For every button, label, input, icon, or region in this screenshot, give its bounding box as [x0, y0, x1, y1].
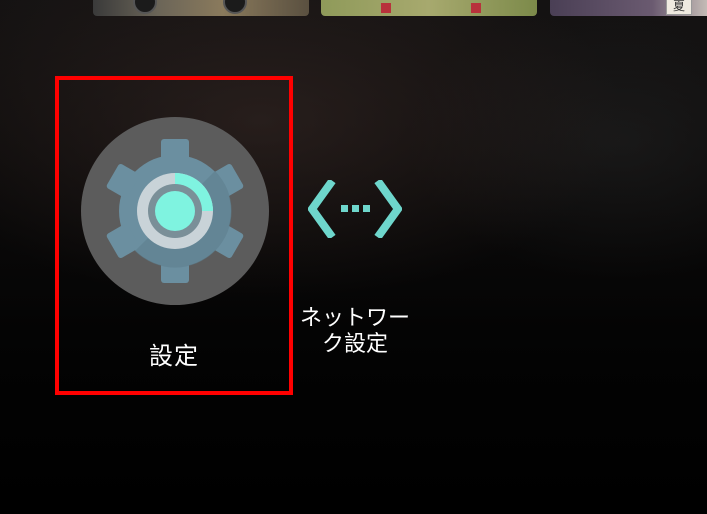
settings-app-tile[interactable]: 設定	[55, 76, 293, 395]
thumbnail-art	[133, 0, 157, 14]
game-thumbnail-1[interactable]	[93, 0, 309, 16]
thumbnail-art	[223, 0, 247, 14]
game-thumbnail-3[interactable]: 夏	[550, 0, 707, 16]
network-settings-label: ネットワー ク設定	[292, 306, 418, 358]
thumbnail-tile-text: 夏	[666, 0, 692, 15]
game-thumbnail-2[interactable]	[321, 0, 537, 16]
thumbnail-art	[381, 3, 391, 13]
network-settings-app-tile[interactable]: ネットワー ク設定	[292, 150, 418, 370]
network-label-line-2: ク設定	[321, 332, 388, 357]
settings-icon-circle	[81, 117, 269, 305]
network-icon	[308, 180, 402, 238]
tv-home-screen: 夏 設定 ネットワー ク設定	[0, 0, 707, 514]
settings-label: 設定	[149, 342, 199, 370]
gear-icon	[106, 139, 244, 283]
thumbnail-art	[471, 3, 481, 13]
network-label-line-1: ネットワー	[299, 306, 410, 331]
